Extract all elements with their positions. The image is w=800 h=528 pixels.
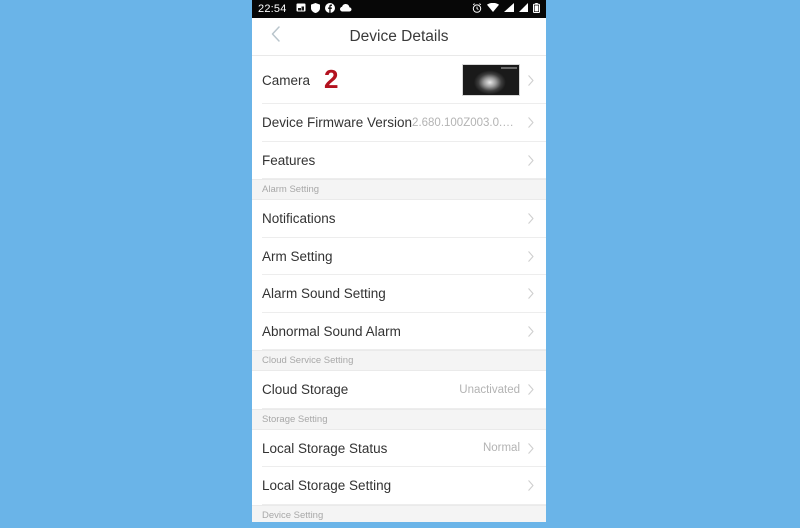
list-item-value: Normal [482, 442, 520, 455]
section-label: Cloud Service Setting [262, 355, 354, 366]
chevron-right-icon [526, 155, 536, 166]
list-item-abnormal-sound-alarm[interactable]: Abnormal Sound Alarm [252, 312, 546, 350]
camera-thumbnail[interactable] [462, 64, 520, 96]
list-item-value: 2.680.100Z003.0.R... [412, 116, 520, 129]
chevron-right-icon [526, 443, 536, 454]
cloud-icon [339, 3, 352, 15]
list-item-arm-setting[interactable]: Arm Setting [252, 237, 546, 275]
list-item-label: Local Storage Setting [262, 478, 392, 494]
list-item-device-firmware-version[interactable]: Device Firmware Version 2.680.100Z003.0.… [252, 104, 546, 142]
battery-icon [533, 2, 540, 16]
section-header-alarm-setting: Alarm Setting [252, 179, 546, 200]
chevron-right-icon [526, 288, 536, 299]
signal-icon-2 [519, 3, 528, 15]
list-item-label: Cloud Storage [262, 382, 349, 398]
annotation-marker-2: 2 [324, 63, 339, 94]
list-item-local-storage-status[interactable]: Local Storage Status Normal [252, 429, 546, 467]
chevron-left-icon [271, 26, 280, 47]
alarm-clock-icon [472, 2, 482, 16]
status-bar-system-icons [472, 2, 540, 16]
list-item-alarm-sound-setting[interactable]: Alarm Sound Setting [252, 275, 546, 313]
bottom-background-strip [252, 522, 546, 528]
screenshot-canvas: 22:54 Device Details Camera 2 Device Fir… [0, 0, 800, 528]
wifi-icon [487, 2, 499, 15]
status-bar-clock: 22:54 [258, 3, 287, 15]
chevron-right-icon [526, 251, 536, 262]
chevron-right-icon [526, 117, 536, 128]
list-item-label: Alarm Sound Setting [262, 286, 386, 302]
chevron-right-icon [526, 213, 536, 224]
section-header-storage-setting: Storage Setting [252, 408, 546, 430]
list-item-label: Features [262, 152, 316, 168]
status-bar-notification-icons [296, 2, 352, 16]
list-item-notifications[interactable]: Notifications [252, 200, 546, 238]
list-item-label: Local Storage Status [262, 440, 388, 456]
chevron-right-icon [526, 384, 536, 395]
list-item-label: Arm Setting [262, 248, 333, 264]
settings-list: Camera 2 Device Firmware Version 2.680.1… [252, 56, 546, 522]
section-header-cloud-service-setting: Cloud Service Setting [252, 350, 546, 371]
shield-icon [310, 2, 320, 16]
page-title: Device Details [349, 27, 449, 45]
back-button[interactable] [260, 18, 290, 55]
list-item-label: Notifications [262, 211, 336, 227]
status-bar: 22:54 [252, 0, 546, 18]
list-item-label: Device Firmware Version [262, 115, 413, 131]
section-label: Device Setting [262, 509, 324, 521]
list-item-features[interactable]: Features [252, 141, 546, 179]
list-item-local-storage-setting[interactable]: Local Storage Setting [252, 467, 546, 505]
chevron-right-icon [526, 326, 536, 337]
title-bar: Device Details [252, 18, 546, 56]
list-item-cloud-storage[interactable]: Cloud Storage Unactivated [252, 371, 546, 409]
chevron-right-icon [526, 480, 536, 491]
section-label: Storage Setting [262, 413, 328, 425]
list-item-value: Unactivated [459, 383, 520, 396]
section-header-device-setting: Device Setting [252, 504, 546, 522]
list-item-label: Abnormal Sound Alarm [262, 323, 401, 339]
photo-icon [296, 3, 306, 15]
signal-icon [504, 3, 514, 15]
list-item-camera[interactable]: Camera 2 [252, 56, 546, 104]
chevron-right-icon [526, 74, 536, 86]
list-item-label: Camera [262, 72, 311, 88]
phone-screen: 22:54 Device Details Camera 2 Device Fir… [252, 0, 546, 522]
section-label: Alarm Setting [262, 184, 320, 195]
facebook-icon [324, 2, 335, 16]
